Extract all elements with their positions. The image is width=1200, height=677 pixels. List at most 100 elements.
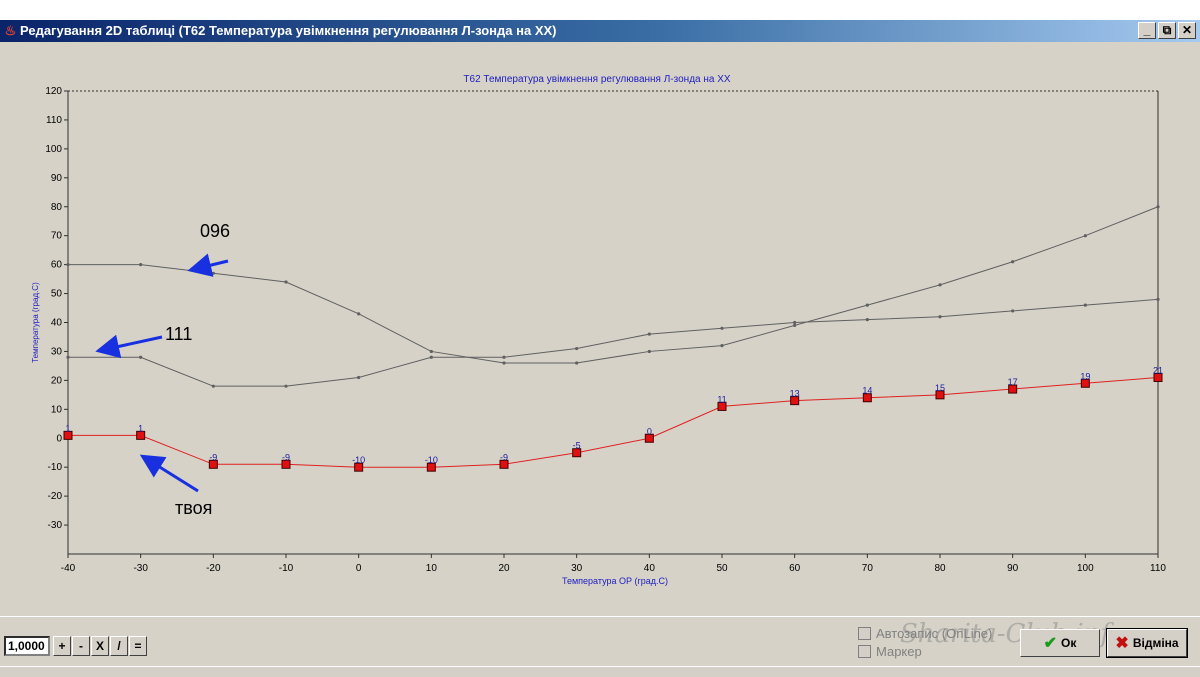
y-tick-label: -20 [48, 491, 63, 502]
ok-button[interactable]: ✔ Ок [1020, 629, 1100, 657]
data-point [502, 355, 506, 359]
data-point [1156, 205, 1160, 209]
x-tick-label: -10 [279, 563, 294, 574]
y-tick-label: 40 [51, 318, 63, 329]
multiplier-input[interactable] [4, 636, 50, 656]
y-tick-label: 80 [51, 202, 63, 213]
data-point [1083, 303, 1087, 307]
data-point [66, 263, 70, 267]
x-tick-label: 0 [356, 563, 362, 574]
data-point-label: -10 [425, 455, 438, 465]
annotation-label: 111 [165, 324, 192, 344]
add-button[interactable]: + [53, 636, 71, 656]
y-tick-label: 0 [56, 433, 62, 444]
y-tick-label: 50 [51, 289, 63, 300]
x-tick-label: 80 [934, 563, 946, 574]
series-line [68, 206, 1159, 364]
annotation-arrow [187, 253, 229, 277]
data-point-label: 14 [862, 386, 872, 396]
line-chart[interactable]: T62 Температура увімкнення регулювання Л… [0, 44, 1200, 616]
data-point [1083, 234, 1087, 238]
data-point-label: 11 [717, 394, 726, 404]
series-line [68, 376, 1159, 468]
annotations: 096 111 твоя [95, 221, 230, 518]
title-bar[interactable]: ♨ Редагування 2D таблиці (T62 Температур… [0, 20, 1200, 42]
data-point [720, 344, 724, 348]
y-tick-label: -30 [48, 520, 63, 531]
series-2: 1 1-9 -9 -10 -10 -9-501113 14 15171921 [63, 365, 1163, 472]
data-point [66, 355, 70, 359]
annotation-arrow [95, 334, 163, 359]
autosave-checkbox-box[interactable] [858, 627, 871, 640]
cross-icon: ✖ [1115, 635, 1129, 652]
axes: 1201101009080706050403020100-10-20-30-40… [45, 86, 1166, 574]
data-point-label: 1 [65, 423, 70, 433]
data-point [357, 375, 361, 380]
marker-checkbox-box[interactable] [858, 645, 871, 658]
y-tick-label: 100 [45, 144, 62, 155]
x-tick-label: 10 [426, 563, 438, 574]
series-layer: 1 1-9 -9 -10 -10 -9-501113 14 15171921 [63, 205, 1163, 472]
data-point [575, 346, 579, 351]
app-icon: ♨ [4, 23, 17, 38]
data-point [1011, 260, 1015, 264]
annotation-arrow [139, 454, 199, 493]
data-point [139, 263, 143, 267]
data-point-label: -9 [209, 452, 217, 462]
minimize-button[interactable]: _ [1138, 22, 1156, 39]
x-tick-label: 90 [1007, 563, 1019, 574]
divide-button[interactable]: / [110, 636, 128, 656]
data-point [357, 312, 361, 316]
chart-title: T62 Температура увімкнення регулювання Л… [463, 74, 731, 85]
x-tick-label: 30 [571, 563, 583, 574]
marker-checkbox[interactable]: Маркер [858, 644, 922, 659]
marker-label: Маркер [876, 644, 922, 659]
checkmark-icon: ✔ [1043, 635, 1058, 652]
data-point-label: 19 [1080, 371, 1090, 381]
data-point [647, 349, 651, 354]
x-tick-label: -40 [61, 563, 76, 574]
x-tick-label: 50 [716, 563, 728, 574]
window-title: Редагування 2D таблиці (T62 Температура … [20, 23, 557, 38]
y-tick-label: 110 [46, 115, 62, 126]
chart-area[interactable]: T62 Температура увімкнення регулювання Л… [0, 44, 1200, 616]
data-point [793, 323, 797, 327]
cancel-label: Відміна [1132, 636, 1179, 650]
data-point [938, 283, 942, 287]
data-point-label: -5 [573, 441, 581, 451]
x-tick-label: 40 [644, 563, 656, 574]
x-tick-label: 20 [498, 563, 510, 574]
data-point [1156, 297, 1160, 301]
subtract-button[interactable]: - [72, 636, 90, 656]
x-tick-label: 100 [1077, 563, 1094, 574]
data-point-label: 17 [1008, 377, 1018, 387]
x-axis-label: Температура ОР (град.С) [562, 576, 668, 586]
data-point [211, 271, 215, 275]
cancel-button[interactable]: ✖ Відміна [1106, 628, 1188, 658]
data-point-label: 15 [935, 383, 945, 393]
data-point [429, 355, 433, 359]
annotation-label: твоя [175, 498, 212, 518]
data-point [938, 315, 942, 319]
data-point [865, 303, 869, 307]
data-point [1011, 309, 1015, 313]
data-point [502, 361, 506, 365]
data-point [139, 355, 143, 359]
close-button[interactable]: ✕ [1178, 22, 1196, 39]
y-tick-label: 120 [45, 86, 62, 97]
y-tick-label: 90 [51, 173, 63, 184]
equals-button[interactable]: = [129, 636, 147, 656]
series-1 [66, 297, 1160, 388]
ok-label: Ок [1061, 636, 1077, 650]
annotation-label: 096 [200, 221, 230, 241]
data-point-label: 21 [1153, 365, 1163, 375]
data-point [284, 280, 288, 284]
multiply-button[interactable]: X [91, 636, 109, 656]
data-point [793, 320, 797, 325]
y-tick-label: 70 [51, 231, 63, 242]
data-point-label: 13 [790, 389, 800, 399]
data-point-label: -10 [352, 455, 365, 465]
autosave-checkbox[interactable]: Автозапис (OnLine) [858, 626, 992, 641]
data-point [647, 332, 651, 336]
restore-button[interactable]: ⧉ [1158, 22, 1176, 39]
